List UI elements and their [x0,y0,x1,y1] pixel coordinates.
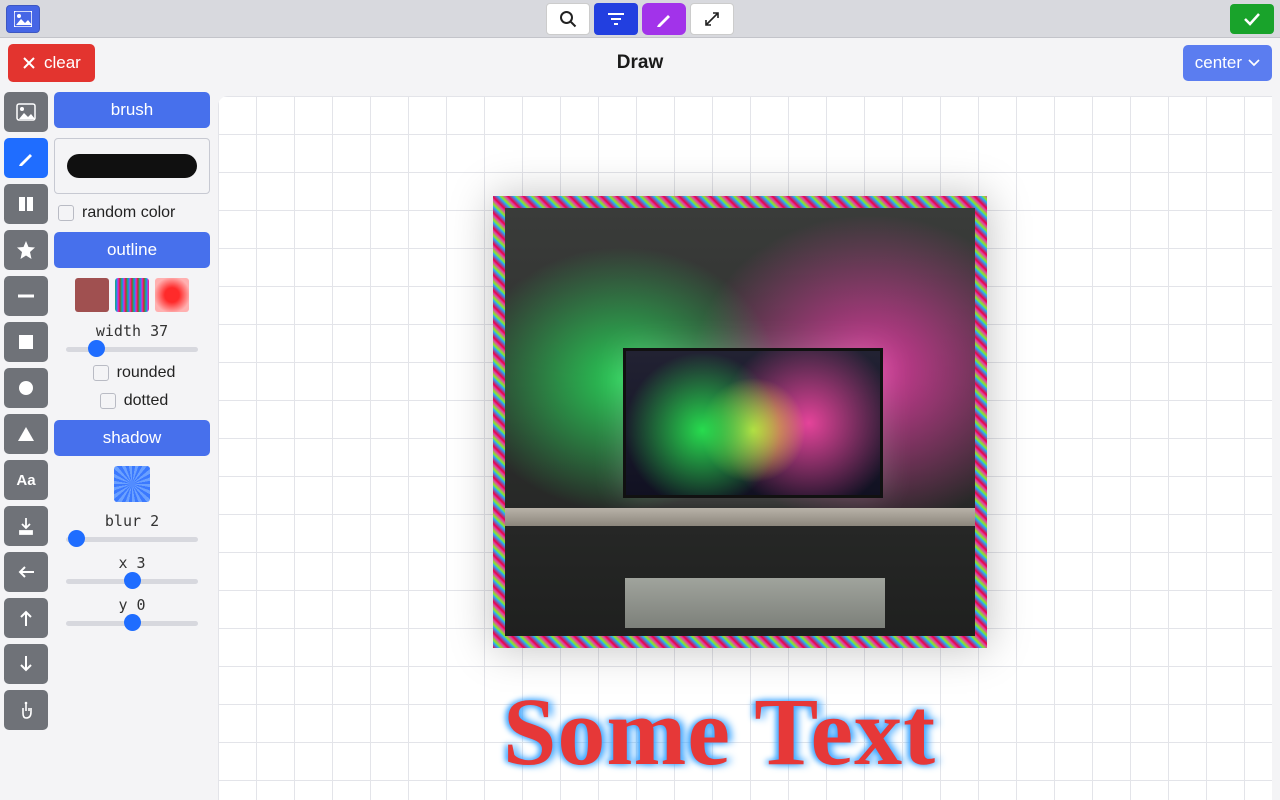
photo-shelf [505,508,975,526]
chevron-down-icon [1248,59,1260,67]
tool-circle[interactable] [4,368,48,408]
draw-mode-button[interactable] [642,3,686,35]
tool-pointer[interactable] [4,690,48,730]
outline-swatch-solid[interactable] [75,278,109,312]
properties-panel: brush random color outline width 37 roun… [50,88,210,800]
canvas-wrap: Some Text [210,88,1280,800]
blur-slider[interactable] [66,534,198,544]
tool-download[interactable] [4,506,48,546]
random-color-checkbox[interactable] [58,205,74,221]
y-slider[interactable] [66,618,198,628]
tool-arrow-up[interactable] [4,598,48,638]
blur-label: blur 2 [54,512,210,530]
app-logo[interactable] [6,5,40,33]
outline-section-head: outline [54,232,210,268]
y-label: y 0 [54,596,210,614]
topbar-center-tools [546,3,734,35]
rounded-checkbox[interactable] [93,365,109,381]
x-slider[interactable] [66,576,198,586]
confirm-button[interactable] [1230,4,1274,34]
shadow-section-head: shadow [54,420,210,456]
tool-star[interactable] [4,230,48,270]
random-color-label: random color [82,204,175,222]
rounded-label: rounded [117,364,176,382]
tool-brush[interactable] [4,138,48,178]
photo-content [505,208,975,636]
rounded-row[interactable]: rounded [54,364,210,382]
dotted-checkbox[interactable] [100,393,116,409]
tool-columns[interactable] [4,184,48,224]
outline-swatches [54,278,210,312]
dotted-label: dotted [124,392,168,410]
outline-swatch-noise[interactable] [115,278,149,312]
brush-section-head: brush [54,92,210,128]
subheader: clear Draw center [0,38,1280,88]
x-label: x 3 [54,554,210,572]
main-area: Aa brush random color outline width 37 r… [0,88,1280,800]
width-slider[interactable] [66,344,198,354]
filter-button[interactable] [594,3,638,35]
canvas-text-object[interactable]: Some Text [503,676,936,787]
random-color-row[interactable]: random color [54,204,210,222]
search-button[interactable] [546,3,590,35]
width-label: width 37 [54,322,210,340]
tool-arrow-left[interactable] [4,552,48,592]
canvas-image-object[interactable] [493,196,987,648]
tool-line[interactable] [4,276,48,316]
photo-table [625,578,885,628]
tool-text[interactable]: Aa [4,460,48,500]
brush-preview[interactable] [54,138,210,194]
canvas[interactable]: Some Text [218,96,1272,800]
clear-button[interactable]: clear [8,44,95,82]
close-icon [22,56,36,70]
photo-tv [623,348,883,498]
shadow-swatch[interactable] [114,466,150,502]
outline-swatch-gradient[interactable] [155,278,189,312]
tool-triangle[interactable] [4,414,48,454]
tool-square[interactable] [4,322,48,362]
topbar [0,0,1280,38]
page-title: Draw [617,52,663,74]
fullscreen-button[interactable] [690,3,734,35]
tool-arrow-down[interactable] [4,644,48,684]
brush-stroke-sample [67,154,197,178]
dotted-row[interactable]: dotted [54,392,210,410]
align-dropdown[interactable]: center [1183,45,1272,81]
align-value: center [1195,53,1242,73]
tool-image[interactable] [4,92,48,132]
tool-column: Aa [0,88,50,800]
clear-label: clear [44,53,81,73]
